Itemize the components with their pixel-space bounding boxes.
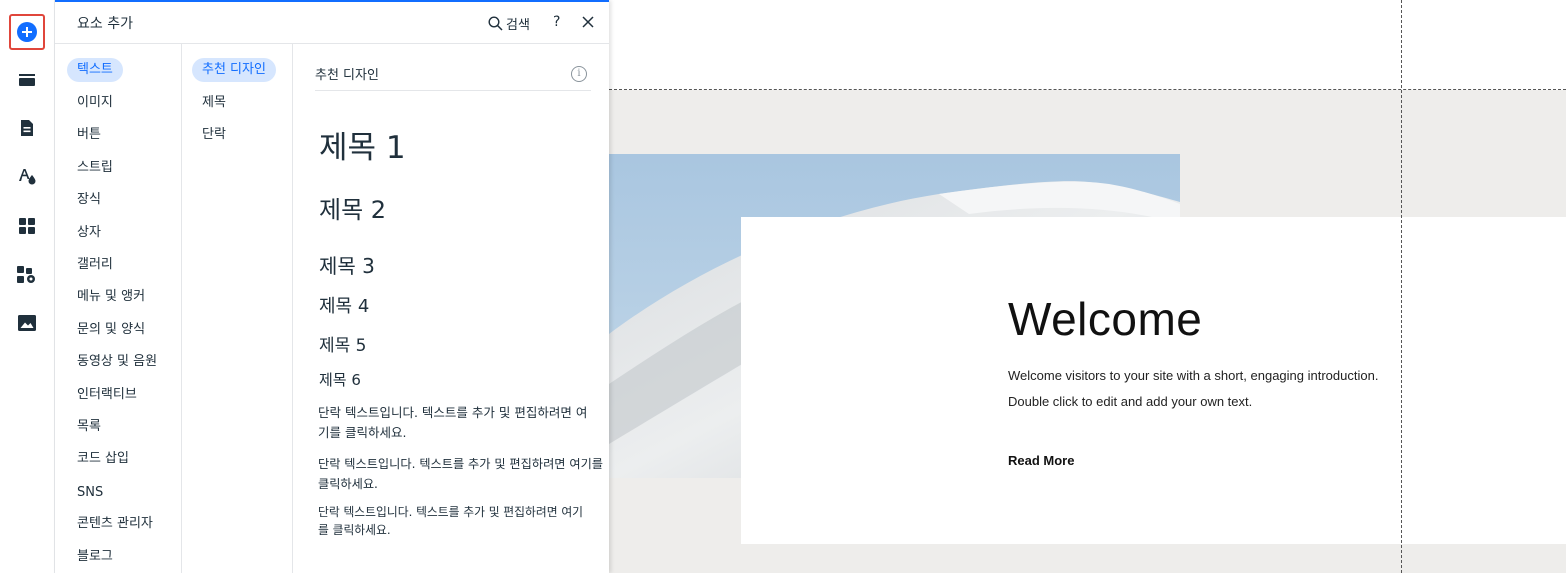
heading-3-preset[interactable]: 제목 3 [319,250,375,279]
category-blog[interactable]: 블로그 [67,545,123,569]
category-decorative[interactable]: 장식 [67,188,111,212]
info-icon[interactable]: i [571,66,587,82]
category-contact-forms[interactable]: 문의 및 양식 [67,318,155,342]
category-button[interactable]: 버튼 [67,123,111,147]
sections-icon [19,74,35,86]
heading-6-preset[interactable]: 제목 6 [319,369,361,390]
element-preview-list: 추천 디자인 i 제목 1 제목 2 제목 3 제목 4 제목 5 제목 6 단… [293,44,609,573]
media-button[interactable] [9,305,45,341]
subcategory-titles[interactable]: 제목 [192,91,236,115]
business-button[interactable] [9,257,45,293]
category-list: 텍스트 이미지 버튼 스트립 장식 상자 갤러리 메뉴 및 앵커 문의 및 양식… [55,44,182,573]
paragraph-3-preset[interactable]: 단락 텍스트입니다. 텍스트를 추가 및 편집하려면 여기를 클릭하세요. [318,503,588,539]
editor-canvas[interactable]: Welcome Welcome visitors to your site wi… [609,0,1566,573]
intro-paragraph[interactable]: Welcome visitors to your site with a sho… [1008,363,1388,415]
add-element-icon [17,22,37,42]
media-icon [18,315,36,331]
business-icon [17,266,35,283]
panel-header: 요소 추가 검색 ? [55,2,609,44]
apps-button[interactable] [9,208,45,244]
category-cms[interactable]: 콘텐츠 관리자 [67,512,163,536]
category-embed-code[interactable]: 코드 삽입 [67,447,139,471]
close-icon[interactable] [580,14,596,30]
pages-icon [21,120,33,136]
panel-title: 요소 추가 [77,15,133,32]
sections-button[interactable] [9,62,45,98]
category-social[interactable]: SNS [67,481,113,505]
category-interactive[interactable]: 인터랙티브 [67,383,147,407]
search-icon [488,16,503,31]
theme-icon [19,169,36,185]
heading-5-preset[interactable]: 제목 5 [319,331,367,356]
add-elements-panel: 요소 추가 검색 ? 텍스트 이미지 버튼 스트립 장식 상자 갤러리 메뉴 및… [55,0,609,573]
heading-2-preset[interactable]: 제목 2 [319,190,386,225]
read-more-link[interactable]: Read More [1008,453,1074,468]
page-margin-guide [1401,0,1402,573]
pages-button[interactable] [9,110,45,146]
divider [315,90,591,91]
category-strip[interactable]: 스트립 [67,156,123,180]
section-title: 추천 디자인 [315,68,379,83]
header-boundary-line [609,89,1566,90]
heading-1-preset[interactable]: 제목 1 [319,122,406,167]
theme-button[interactable] [9,158,45,194]
help-button[interactable]: ? [553,14,560,30]
subcategory-list: 추천 디자인 제목 단락 [182,44,293,573]
category-gallery[interactable]: 갤러리 [67,253,123,277]
paragraph-2-preset[interactable]: 단락 텍스트입니다. 텍스트를 추가 및 편집하려면 여기를 클릭하세요. [318,454,603,494]
search-button[interactable]: 검색 [488,14,530,33]
category-box[interactable]: 상자 [67,221,111,245]
subcategory-paragraphs[interactable]: 단락 [192,123,236,147]
category-image[interactable]: 이미지 [67,91,123,115]
category-video-music[interactable]: 동영상 및 음원 [67,350,167,374]
heading-4-preset[interactable]: 제목 4 [319,292,369,318]
header-section[interactable] [609,0,1566,90]
category-list-item[interactable]: 목록 [67,415,111,439]
welcome-title[interactable]: Welcome [1008,292,1202,346]
search-label: 검색 [506,18,530,33]
subcategory-themed[interactable]: 추천 디자인 [192,58,276,82]
paragraph-1-preset[interactable]: 단락 텍스트입니다. 텍스트를 추가 및 편집하려면 여기를 클릭하세요. [318,403,598,443]
category-menu-anchor[interactable]: 메뉴 및 앵커 [67,285,155,309]
category-text[interactable]: 텍스트 [67,58,123,82]
left-toolbar [0,0,55,573]
apps-icon [19,218,35,234]
add-element-button[interactable] [9,14,45,50]
